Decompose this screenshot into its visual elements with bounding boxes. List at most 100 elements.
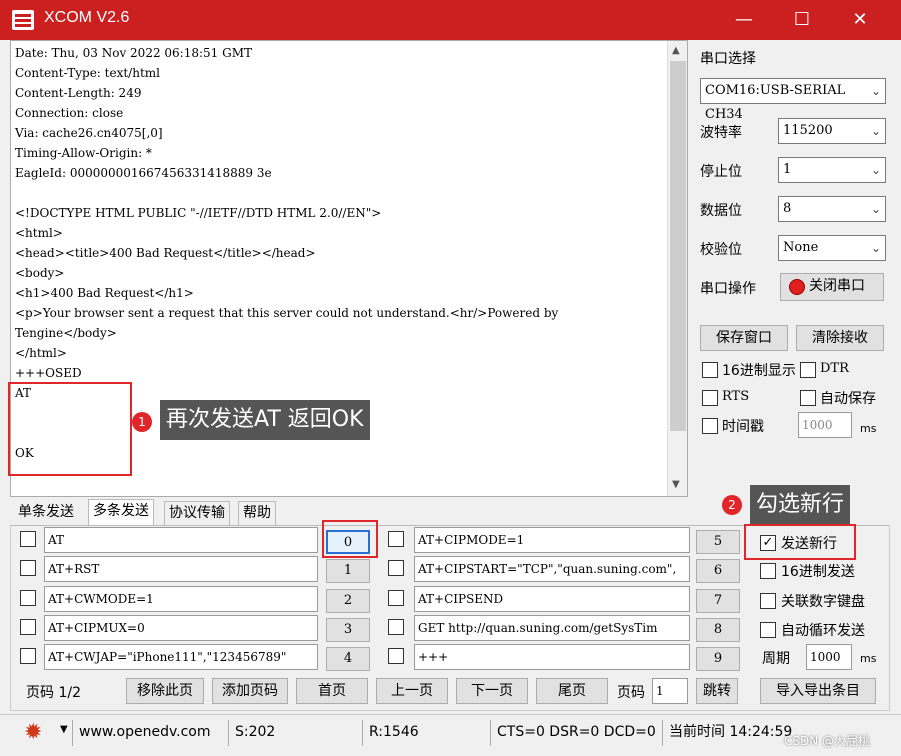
scroll-up-icon[interactable]: ▲	[672, 45, 680, 56]
receive-line: <h1>400 Bad Request</h1>	[15, 286, 194, 300]
receive-scrollbar[interactable]: ▲ ▼	[667, 41, 687, 496]
close-port-button[interactable]: 关闭串口	[780, 273, 884, 301]
remove-page-button[interactable]: 移除此页	[126, 678, 204, 704]
send-row-button[interactable]: 5	[696, 530, 740, 554]
website-link[interactable]: www.openedv.com	[72, 720, 224, 746]
annotation-badge-2: 2	[722, 495, 742, 515]
command-input[interactable]: AT+CIPSEND	[414, 586, 690, 612]
timestamp-checkbox[interactable]	[702, 418, 718, 434]
baud-value: 115200	[783, 123, 833, 138]
command-input[interactable]: AT+CIPMODE=1	[414, 527, 690, 553]
command-input[interactable]: AT	[44, 527, 318, 553]
receive-line: <body>	[15, 266, 65, 280]
row-checkbox[interactable]	[388, 648, 404, 664]
receive-line: EagleId: 000000001667456331418889 3e	[15, 166, 272, 180]
port-select[interactable]: COM16:USB-SERIAL CH34 ⌄	[700, 78, 886, 122]
receive-line: Connection: close	[15, 106, 124, 120]
send-row-button[interactable]: 2	[326, 589, 370, 613]
watermark: CSDN @大屁桃	[784, 734, 871, 748]
save-window-button[interactable]: 保存窗口	[700, 325, 788, 351]
row-checkbox[interactable]	[388, 619, 404, 635]
row-checkbox[interactable]	[388, 560, 404, 576]
tab-multi-send[interactable]: 多条发送	[88, 499, 154, 526]
data-bits-select[interactable]: 8 ⌄	[778, 196, 886, 222]
maximize-icon[interactable]: ☐	[782, 6, 822, 34]
signal-status: CTS=0 DSR=0 DCD=0	[490, 720, 660, 746]
last-page-button[interactable]: 尾页	[536, 678, 608, 704]
command-input[interactable]: AT+CWMODE=1	[44, 586, 318, 612]
command-input[interactable]: AT+RST	[44, 556, 318, 582]
link-keypad-checkbox[interactable]	[760, 593, 776, 609]
chevron-down-icon: ⌄	[870, 163, 881, 177]
send-row-button[interactable]: 8	[696, 618, 740, 642]
command-input[interactable]: GET http://quan.suning.com/getSysTim	[414, 615, 690, 641]
auto-loop-checkbox[interactable]	[760, 622, 776, 638]
timestamp-interval-input[interactable]: 1000	[798, 412, 852, 438]
annotation-tip-1: 再次发送AT 返回OK	[160, 400, 370, 440]
stop-bits-label: 停止位	[700, 164, 742, 180]
hex-display-label: 16进制显示	[722, 363, 796, 379]
timestamp-unit: ms	[860, 422, 877, 435]
gear-dropdown-icon[interactable]: ▼	[60, 724, 68, 735]
receive-line: +++OSED	[15, 366, 82, 380]
scroll-thumb[interactable]	[670, 61, 686, 431]
rts-label: RTS	[722, 389, 750, 404]
close-icon[interactable]: ✕	[840, 6, 880, 34]
hex-send-checkbox[interactable]	[760, 563, 776, 579]
import-export-button[interactable]: 导入导出条目	[760, 678, 876, 704]
send-row-button[interactable]: 1	[326, 559, 370, 583]
command-input[interactable]: AT+CWJAP="iPhone111","123456789"	[44, 644, 318, 670]
send-row-button[interactable]: 3	[326, 618, 370, 642]
parity-select[interactable]: None ⌄	[778, 235, 886, 261]
receive-line: Date: Thu, 03 Nov 2022 06:18:51 GMT	[15, 46, 252, 60]
stop-bits-value: 1	[783, 162, 792, 177]
row-checkbox[interactable]	[20, 590, 36, 606]
minimize-icon[interactable]: —	[724, 6, 764, 34]
tab-single-send[interactable]: 单条发送	[14, 501, 78, 525]
scroll-down-icon[interactable]: ▼	[672, 479, 680, 490]
data-bits-value: 8	[783, 201, 792, 216]
next-page-button[interactable]: 下一页	[456, 678, 528, 704]
send-row-button[interactable]: 9	[696, 647, 740, 671]
settings-gear-icon[interactable]: ✹	[24, 720, 50, 746]
row-checkbox[interactable]	[20, 619, 36, 635]
receive-line: Via: cache26.cn4075[,0]	[15, 126, 163, 140]
title-bar: XCOM V2.6 — ☐ ✕	[0, 0, 901, 40]
dtr-checkbox[interactable]	[800, 362, 816, 378]
row-checkbox[interactable]	[388, 590, 404, 606]
annotation-badge-1: 1	[132, 412, 152, 432]
auto-save-label: 自动保存	[820, 391, 876, 407]
prev-page-button[interactable]: 上一页	[376, 678, 448, 704]
page-number-input[interactable]: 1	[652, 678, 688, 704]
period-unit: ms	[860, 652, 877, 665]
send-row-button[interactable]: 7	[696, 589, 740, 613]
parity-value: None	[783, 240, 819, 255]
annotation-tip-2: 勾选新行	[750, 485, 851, 525]
rts-checkbox[interactable]	[702, 390, 718, 406]
row-checkbox[interactable]	[20, 648, 36, 664]
tab-help[interactable]: 帮助	[238, 501, 276, 525]
auto-save-checkbox[interactable]	[800, 390, 816, 406]
page-info: 页码 1/2	[26, 685, 81, 701]
first-page-button[interactable]: 首页	[296, 678, 368, 704]
send-row-button[interactable]: 6	[696, 559, 740, 583]
timestamp-label: 时间戳	[722, 419, 764, 435]
command-input[interactable]: +++	[414, 644, 690, 670]
row-checkbox[interactable]	[388, 531, 404, 547]
baud-select[interactable]: 115200 ⌄	[778, 118, 886, 144]
row-checkbox[interactable]	[20, 531, 36, 547]
command-input[interactable]: AT+CIPMUX=0	[44, 615, 318, 641]
period-input[interactable]: 1000	[806, 644, 852, 670]
send-row-button[interactable]: 4	[326, 647, 370, 671]
clear-receive-button[interactable]: 清除接收	[796, 325, 884, 351]
add-page-button[interactable]: 添加页码	[212, 678, 288, 704]
receive-line: <html>	[15, 226, 63, 240]
stop-bits-select[interactable]: 1 ⌄	[778, 157, 886, 183]
receive-line: Content-Type: text/html	[15, 66, 160, 80]
jump-button[interactable]: 跳转	[696, 678, 738, 704]
auto-loop-label: 自动循环发送	[781, 623, 865, 639]
command-input[interactable]: AT+CIPSTART="TCP","quan.suning.com",	[414, 556, 690, 582]
hex-display-checkbox[interactable]	[702, 362, 718, 378]
tab-protocol[interactable]: 协议传输	[164, 501, 230, 525]
row-checkbox[interactable]	[20, 560, 36, 576]
